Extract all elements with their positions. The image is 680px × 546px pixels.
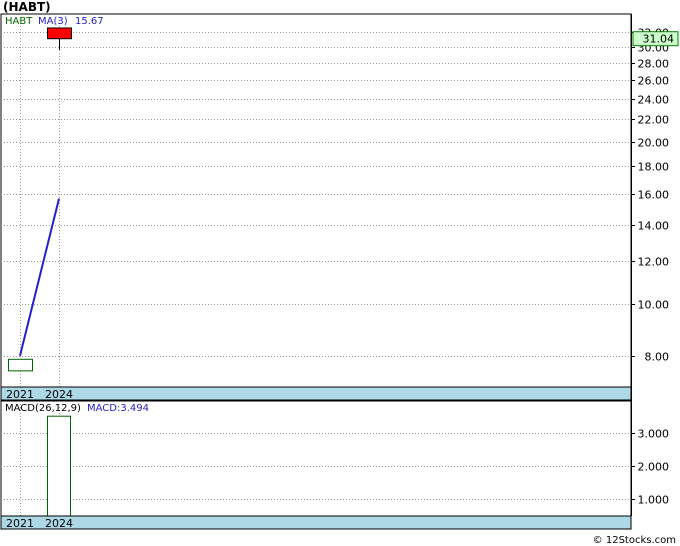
price-tick-label: 22.00 [638, 114, 670, 127]
macd-panel: 1.000 2.000 3.000 MACD(26,12,9) MACD:3.494 20… [0, 400, 670, 530]
price-tick-label: 18.00 [638, 161, 670, 174]
macd-tick-label: 1.000 [638, 494, 670, 507]
candle-2024 [47, 27, 72, 40]
copyright-text: © 12Stocks.com [592, 535, 676, 546]
price-tick-label: 14.00 [638, 220, 670, 233]
candle-2021 [8, 358, 33, 372]
macd-bar-2024 [47, 415, 71, 517]
price-tick-label: 16.00 [638, 189, 670, 202]
macd-legend-value: MACD:3.494 [87, 403, 149, 414]
legend-ticker: HABT [5, 16, 33, 27]
price-x-label: 2024 [45, 388, 73, 401]
macd-tick-label: 3.000 [638, 428, 670, 441]
price-tick-label: 24.00 [638, 94, 670, 107]
macd-plot-area [0, 400, 632, 517]
price-panel: 8.00 10.00 12.00 14.00 16.00 18.00 20.00 22.00 2… [0, 13, 679, 401]
price-tick-label: 8.00 [645, 351, 670, 364]
price-tick-label: 28.00 [638, 58, 670, 71]
price-tick-label: 26.00 [638, 75, 670, 88]
legend-ma-label: MA(3) [38, 16, 68, 27]
price-plot-area [0, 13, 632, 388]
macd-tick-label: 2.000 [638, 461, 670, 474]
price-x-axis-band [0, 386, 632, 401]
macd-x-label: 2021 [6, 517, 34, 530]
macd-x-axis-band [0, 515, 632, 530]
legend-ma-value: 15.67 [75, 16, 104, 27]
price-tick-label: 10.00 [638, 299, 670, 312]
price-tick-label: 12.00 [638, 256, 670, 269]
last-price-label: 31.04 [643, 33, 675, 46]
stock-chart: 8.00 10.00 12.00 14.00 16.00 18.00 20.00 22.00 2… [0, 13, 679, 530]
macd-legend-label: MACD(26,12,9) [5, 403, 81, 414]
price-tick-label: 20.00 [638, 137, 670, 150]
price-x-label: 2021 [6, 388, 34, 401]
macd-x-label: 2024 [45, 517, 73, 530]
